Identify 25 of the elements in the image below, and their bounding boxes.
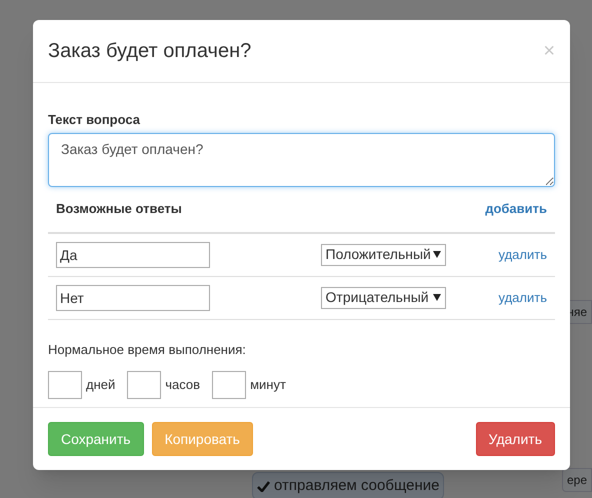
dialog-title: Заказ будет оплачен? [48,39,252,64]
delete-link[interactable]: удалить [498,244,547,264]
type-select[interactable]: Отрицательный [320,286,446,308]
delete-button[interactable]: Удалить [476,422,555,456]
save-button[interactable]: Сохранить [48,422,144,456]
answer-field[interactable]: Нет [56,284,210,310]
question-field[interactable]: Заказ будет оплачен? [48,132,555,186]
duration-field[interactable] [127,371,162,399]
duration-field[interactable] [48,371,82,399]
delete-link[interactable]: удалить [498,288,547,308]
unit-label: дней [86,376,116,394]
check-icon [257,480,270,492]
answers-heading: Возможные ответы [56,200,182,218]
duration-label: Нормальное время выполнения: [48,340,247,359]
caret-icon [432,251,441,258]
type-select[interactable]: Положительный [320,244,446,266]
flow-node[interactable]: ере [562,468,592,492]
duration-field[interactable] [212,371,246,399]
flow-node[interactable]: отправляем сообщение [252,472,444,498]
answer-field[interactable]: Да [56,242,210,268]
field-label: Текст вопроса [48,111,142,129]
unit-label: часов [165,376,200,394]
add-link[interactable]: добавить [485,199,547,219]
unit-label: минут [250,376,286,394]
caret-icon [432,294,441,301]
